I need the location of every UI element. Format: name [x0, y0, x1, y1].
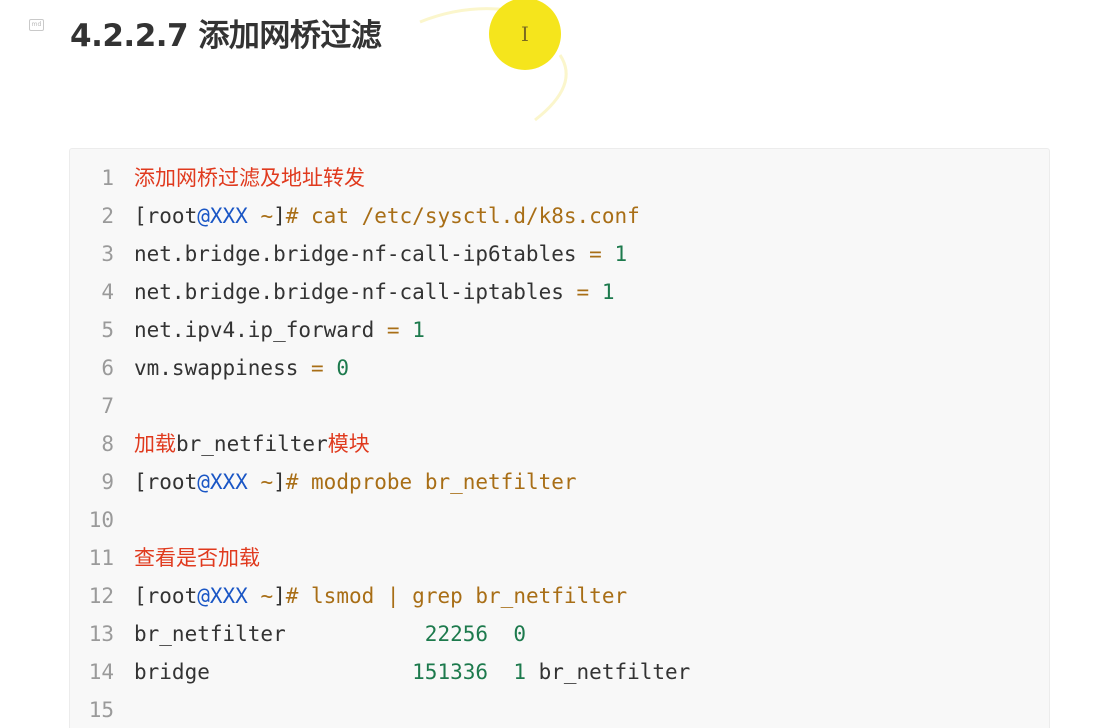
code-token: =	[576, 280, 590, 304]
code-line: 14 bridge 151336 1 br_netfilter	[70, 653, 691, 691]
line-code: [root@XXX ~]# modprobe br_netfilter	[114, 463, 577, 501]
code-line: 5 net.ipv4.ip_forward = 1	[70, 311, 690, 349]
code-token: =	[386, 318, 400, 342]
line-code: 加载br_netfilter模块	[114, 425, 370, 463]
code-token: =	[589, 242, 602, 266]
code-token: 151336	[412, 660, 489, 684]
line-code: net.ipv4.ip_forward = 1	[114, 311, 425, 349]
code-token: @XXX	[197, 470, 248, 494]
code-line: 3 net.bridge.bridge-nf-call-ip6tables = 1	[70, 235, 690, 273]
code-token: br_netfilter	[176, 432, 328, 456]
code-token: br_netfilter	[134, 622, 425, 646]
code-line: 12 [root@XXX ~]# lsmod | grep br_netfilte…	[70, 577, 690, 615]
code-token: 0	[336, 356, 349, 380]
line-number: 6	[101, 356, 114, 380]
line-code: br_netfilter 22256 0	[114, 615, 526, 653]
line-number: 3	[101, 242, 114, 266]
code-token: net.bridge.bridge-nf-call-ip6tables	[134, 242, 590, 266]
code-token: # lsmod | grep br_netfilter	[285, 584, 628, 608]
code-lines: 1 添加网桥过滤及地址转发 2 [root@XXX ~]# cat /etc/sysc…	[70, 159, 691, 728]
line-number: 13	[88, 622, 114, 646]
line-number: 1	[101, 166, 114, 190]
line-number: 7	[101, 394, 114, 418]
code-token: ]	[273, 204, 286, 228]
markdown-heading-icon: md	[29, 19, 44, 31]
line-number: 12	[88, 584, 114, 608]
code-token: =	[311, 356, 324, 380]
code-token: 0	[513, 622, 526, 646]
line-number: 10	[88, 508, 114, 532]
code-token: 添加网桥过滤及地址转发	[134, 166, 365, 190]
code-token: 1	[614, 242, 628, 266]
line-code: net.bridge.bridge-nf-call-ip6tables = 1	[114, 235, 627, 273]
text-cursor-icon: I	[521, 22, 529, 46]
line-number: 14	[88, 660, 114, 684]
code-line: 7	[70, 387, 690, 425]
code-token: @XXX	[197, 584, 248, 608]
code-token: [root	[134, 470, 198, 494]
line-code: 查看是否加载	[114, 539, 260, 577]
line-number: 9	[101, 470, 114, 494]
cursor-highlight: I	[489, 0, 561, 70]
line-code: bridge 151336 1 br_netfilter	[114, 653, 690, 691]
code-token: ~	[247, 204, 274, 228]
code-token: ]	[273, 470, 286, 494]
line-number: 4	[101, 280, 114, 304]
code-token: @XXX	[197, 204, 248, 228]
document-page: md 4.2.2.7 添加网桥过滤 I 1 添加网桥过滤及地址转发 2 [root@X…	[0, 0, 1100, 728]
line-number: 11	[88, 546, 114, 570]
code-line: 4 net.bridge.bridge-nf-call-iptables = 1	[70, 273, 690, 311]
code-token: 1	[601, 280, 615, 304]
line-number: 15	[88, 698, 114, 722]
code-token: bridge	[134, 660, 413, 684]
code-token: 1	[513, 660, 526, 684]
code-token: net.ipv4.ip_forward	[134, 318, 387, 342]
line-code: [root@XXX ~]# cat /etc/sysctl.d/k8s.conf	[114, 197, 640, 235]
code-line: 13 br_netfilter 22256 0	[70, 615, 690, 653]
code-token: 22256	[424, 622, 489, 646]
code-token: [root	[134, 204, 198, 228]
code-line: 1 添加网桥过滤及地址转发	[70, 159, 690, 197]
line-number: 8	[101, 432, 114, 456]
code-token: ~	[247, 584, 274, 608]
line-number: 2	[101, 204, 114, 228]
code-line: 11 查看是否加载	[70, 539, 690, 577]
code-line: 8 加载br_netfilter模块	[70, 425, 690, 463]
code-line: 6 vm.swappiness = 0	[70, 349, 690, 387]
line-code: net.bridge.bridge-nf-call-iptables = 1	[114, 273, 614, 311]
line-number: 5	[101, 318, 114, 342]
code-token: 模块	[327, 432, 370, 456]
code-token: 查看是否加载	[134, 546, 260, 570]
code-block[interactable]: 1 添加网桥过滤及地址转发 2 [root@XXX ~]# cat /etc/sysc…	[69, 148, 1050, 728]
code-token: # modprobe br_netfilter	[285, 470, 577, 494]
code-token: br_netfilter	[525, 660, 691, 684]
line-code: [root@XXX ~]# lsmod | grep br_netfilter	[114, 577, 627, 615]
line-code: 添加网桥过滤及地址转发	[114, 159, 365, 197]
code-token: ]	[273, 584, 286, 608]
code-line: 15	[70, 691, 690, 728]
code-token: net.bridge.bridge-nf-call-iptables	[134, 280, 577, 304]
code-line: 10	[70, 501, 690, 539]
code-token: vm.swappiness	[134, 356, 312, 380]
code-token: 1	[412, 318, 425, 342]
code-line: 2 [root@XXX ~]# cat /etc/sysctl.d/k8s.con…	[70, 197, 690, 235]
code-token: 加载	[134, 432, 176, 456]
code-token: # cat /etc/sysctl.d/k8s.conf	[285, 204, 640, 228]
section-heading: 4.2.2.7 添加网桥过滤	[70, 18, 382, 54]
code-token: ~	[247, 470, 274, 494]
code-line: 9 [root@XXX ~]# modprobe br_netfilter	[70, 463, 690, 501]
code-token: [root	[134, 584, 198, 608]
line-code: vm.swappiness = 0	[114, 349, 349, 387]
